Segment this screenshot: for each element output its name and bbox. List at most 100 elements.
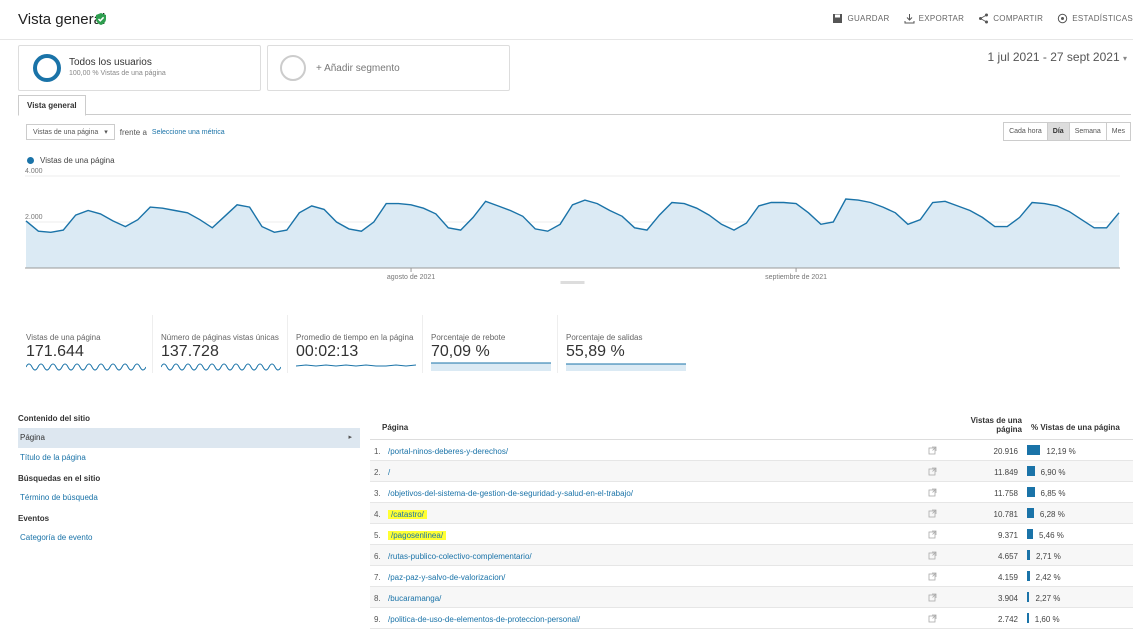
versus-label: frente a: [119, 127, 147, 137]
row-page-link[interactable]: /objetivos-del-sistema-de-gestion-de-seg…: [388, 489, 633, 498]
share-button[interactable]: COMPARTIR: [978, 13, 1043, 24]
x-tick-label: septiembre de 2021: [765, 274, 827, 281]
chart-legend: Vistas de una página: [27, 156, 115, 165]
row-page-link[interactable]: /rutas-publico-colectivo-complementario/: [388, 552, 532, 561]
table-row: 5. /pagosenlinea/9.371 5,46 %: [370, 524, 1133, 545]
nav-item-event-category[interactable]: Categoría de evento: [18, 528, 360, 548]
segment-all-users[interactable]: Todos los usuarios 100,00 % Vistas de un…: [18, 45, 261, 91]
table-row: 2. / 11.849 6,90 %: [370, 461, 1133, 482]
table-row: 4. /catastro/10.781 6,28 %: [370, 503, 1133, 524]
sparkline: [26, 363, 146, 371]
row-pageviews: 20.916: [993, 447, 1018, 456]
open-external-icon[interactable]: [928, 467, 937, 476]
page-title: Vista general: [18, 11, 106, 28]
row-share-bar: [1027, 487, 1035, 497]
row-page-link[interactable]: /politica-de-uso-de-elementos-de-protecc…: [388, 615, 580, 624]
sparkline: [161, 363, 281, 371]
row-index: 6.: [374, 552, 381, 561]
column-pageviews[interactable]: Vistas de una página: [970, 416, 1022, 434]
granularity-week[interactable]: Semana: [1069, 123, 1107, 140]
column-pageviews-pct[interactable]: % Vistas de una página: [1031, 423, 1120, 432]
nav-heading-events: Eventos: [18, 514, 50, 523]
metric-dropdown[interactable]: Vistas de una página ▾: [26, 124, 115, 140]
row-share-pct: 5,46 %: [1039, 531, 1064, 540]
row-page-link[interactable]: /: [388, 468, 390, 477]
open-external-icon[interactable]: [928, 614, 937, 623]
granularity-day[interactable]: Día: [1047, 123, 1070, 140]
row-pageviews: 4.657: [997, 552, 1018, 561]
row-page-link[interactable]: /bucaramanga/: [388, 594, 441, 603]
sparkline: [566, 363, 686, 371]
column-page[interactable]: Página: [382, 423, 408, 432]
row-share-bar: [1027, 571, 1030, 581]
y-tick-label: 4.000: [25, 168, 43, 175]
row-share-bar: [1027, 508, 1034, 518]
x-tick-label: agosto de 2021: [387, 274, 435, 281]
tab-overview[interactable]: Vista general: [18, 95, 86, 116]
tab-bar: Vista general: [18, 95, 1131, 116]
save-button[interactable]: GUARDAR: [832, 13, 889, 24]
row-index: 9.: [374, 615, 381, 624]
table-row: 7. /paz-paz-y-salvo-de-valorizacion/4.159…: [370, 566, 1133, 587]
row-index: 1.: [374, 447, 381, 456]
table-row: 8. /bucaramanga/3.904 2,27 %: [370, 587, 1133, 608]
share-icon: [979, 13, 989, 24]
empty-circle-icon: [280, 55, 306, 81]
scorecard-unique-pageviews[interactable]: Número de páginas vistas únicas 137.728: [153, 315, 288, 373]
open-external-icon[interactable]: [928, 551, 937, 560]
row-index: 5.: [374, 531, 381, 540]
insights-button[interactable]: ESTADÍSTICAS: [1057, 13, 1133, 24]
open-external-icon[interactable]: [928, 530, 937, 539]
pages-table: Página Vistas de una página % Vistas de …: [370, 414, 1133, 629]
segment-title: Todos los usuarios: [69, 57, 152, 68]
top-bar: Vista general GUARDAR EXPORTAR COMPARTIR…: [0, 0, 1133, 40]
row-share-pct: 6,28 %: [1039, 510, 1065, 519]
y-tick-label: 2.000: [25, 214, 43, 221]
row-page-link[interactable]: /paz-paz-y-salvo-de-valorizacion/: [388, 573, 505, 582]
row-pageviews: 9.371: [997, 531, 1018, 540]
scorecard-avg-time[interactable]: Promedio de tiempo en la página 00:02:13: [288, 315, 423, 373]
granularity-hour[interactable]: Cada hora: [1004, 123, 1048, 140]
row-share-bar: [1027, 592, 1030, 602]
open-external-icon[interactable]: [928, 593, 937, 602]
chevron-down-icon: ▾: [1122, 54, 1127, 63]
row-pageviews: 2.742: [997, 615, 1018, 624]
nav-heading-site-search: Búsquedas en el sitio: [18, 474, 101, 483]
scorecards: Vistas de una página 171.644 Número de p…: [18, 315, 693, 373]
date-range-picker[interactable]: 1 jul 2021 - 27 sept 2021 ▾: [988, 50, 1127, 64]
sparkline: [431, 362, 551, 371]
scorecard-bounce-rate[interactable]: Porcentaje de rebote 70,09 %: [423, 315, 558, 373]
granularity-month[interactable]: Mes: [1106, 123, 1130, 140]
segment-circle-icon: [33, 54, 61, 82]
legend-label: Vistas de una página: [40, 156, 115, 165]
header-actions: GUARDAR EXPORTAR COMPARTIR ESTADÍSTICAS: [832, 13, 1133, 24]
row-share-bar: [1027, 466, 1035, 476]
row-share-bar: [1027, 550, 1030, 560]
row-page-link[interactable]: /portal-ninos-deberes-y-derechos/: [388, 447, 508, 456]
open-external-icon[interactable]: [928, 509, 937, 518]
open-external-icon[interactable]: [928, 446, 937, 455]
nav-item-page-title[interactable]: Título de la página: [18, 448, 360, 468]
open-external-icon[interactable]: [928, 488, 937, 497]
scorecard-pageviews[interactable]: Vistas de una página 171.644: [18, 315, 153, 373]
table-row: 9. /politica-de-uso-de-elementos-de-prote…: [370, 608, 1133, 629]
row-index: 8.: [374, 594, 381, 603]
row-share-bar: [1027, 613, 1029, 623]
row-page-link[interactable]: /catastro/: [388, 510, 427, 519]
select-metric-link[interactable]: Seleccione una métrica: [152, 129, 225, 136]
row-pageviews: 11.758: [994, 489, 1018, 498]
scorecard-exit-rate[interactable]: Porcentaje de salidas 55,89 %: [558, 315, 693, 373]
add-segment-button[interactable]: + Añadir segmento: [267, 45, 510, 91]
open-external-icon[interactable]: [928, 572, 937, 581]
export-button[interactable]: EXPORTAR: [904, 13, 965, 24]
row-share-bar: [1027, 445, 1041, 455]
nav-item-page[interactable]: Página: [18, 428, 360, 448]
row-share-pct: 12,19 %: [1046, 447, 1076, 456]
pageviews-chart: 4.000 2.000 agosto de 2021 septiembre de 20…: [25, 168, 1120, 284]
nav-heading-site-content: Contenido del sitio: [18, 414, 90, 423]
nav-item-search-term[interactable]: Término de búsqueda: [18, 488, 360, 508]
row-share-pct: 2,71 %: [1035, 552, 1061, 561]
row-index: 2.: [374, 468, 381, 477]
row-page-link[interactable]: /pagosenlinea/: [388, 531, 447, 540]
row-pageviews: 11.849: [994, 468, 1018, 477]
